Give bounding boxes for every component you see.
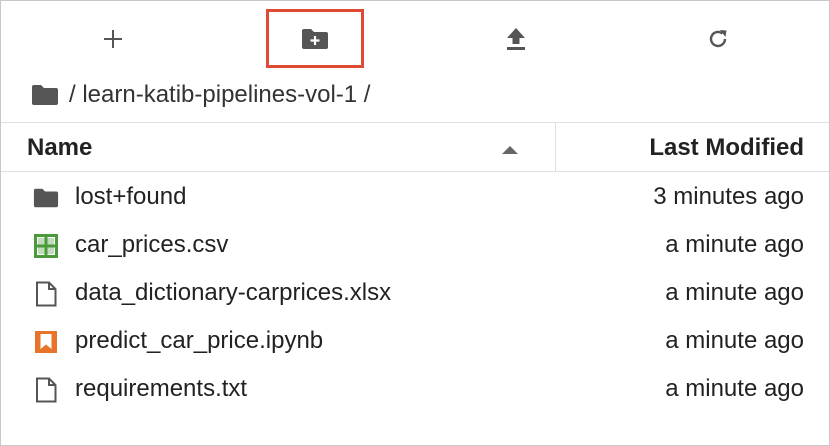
- file-row-requirements-txt[interactable]: requirements.txt a minute ago: [1, 366, 829, 414]
- spreadsheet-icon: [33, 233, 59, 259]
- file-row-predict-car-price-ipynb[interactable]: predict_car_price.ipynb a minute ago: [1, 318, 829, 366]
- last-modified-column-header[interactable]: Last Modified: [556, 123, 829, 171]
- file-name: car_prices.csv: [75, 231, 229, 258]
- refresh-button[interactable]: [668, 9, 768, 69]
- new-folder-icon: [302, 28, 328, 49]
- file-modified: a minute ago: [665, 327, 804, 354]
- breadcrumb: / learn-katib-pipelines-vol-1 /: [31, 79, 370, 111]
- file-row-data-dictionary-xlsx[interactable]: data_dictionary-carprices.xlsx a minute …: [1, 270, 829, 318]
- file-browser-panel: / learn-katib-pipelines-vol-1 / Name Las…: [0, 0, 830, 446]
- file-name: requirements.txt: [75, 375, 248, 402]
- file-icon: [33, 281, 59, 307]
- file-list: lost+found 3 minutes ago car_prices.csv …: [1, 174, 829, 414]
- file-row-car-prices-csv[interactable]: car_prices.csv a minute ago: [1, 222, 829, 270]
- file-name: data_dictionary-carprices.xlsx: [75, 279, 392, 306]
- file-modified: a minute ago: [665, 279, 804, 306]
- file-icon: [33, 377, 59, 403]
- sort-up-icon: [501, 142, 519, 160]
- folder-icon[interactable]: [31, 84, 59, 106]
- file-browser-toolbar: [1, 1, 829, 73]
- name-column-label: Name: [27, 134, 93, 161]
- file-modified: a minute ago: [665, 375, 804, 402]
- file-row-lost-found[interactable]: lost+found 3 minutes ago: [1, 174, 829, 222]
- upload-button[interactable]: [466, 9, 566, 69]
- notebook-icon: [33, 329, 59, 355]
- new-folder-button[interactable]: [266, 9, 364, 68]
- file-name: lost+found: [75, 183, 187, 210]
- file-list-header: Name Last Modified: [1, 122, 829, 172]
- plus-icon: [104, 30, 122, 48]
- new-launcher-button[interactable]: [63, 9, 163, 69]
- upload-icon: [507, 28, 525, 50]
- folder-icon: [33, 185, 59, 211]
- breadcrumb-path[interactable]: / learn-katib-pipelines-vol-1 /: [69, 81, 370, 109]
- file-modified: a minute ago: [665, 231, 804, 258]
- file-modified: 3 minutes ago: [653, 183, 804, 210]
- name-column-header[interactable]: Name: [1, 123, 556, 171]
- last-modified-column-label: Last Modified: [649, 134, 804, 161]
- file-name: predict_car_price.ipynb: [75, 327, 324, 354]
- refresh-icon: [709, 30, 727, 48]
